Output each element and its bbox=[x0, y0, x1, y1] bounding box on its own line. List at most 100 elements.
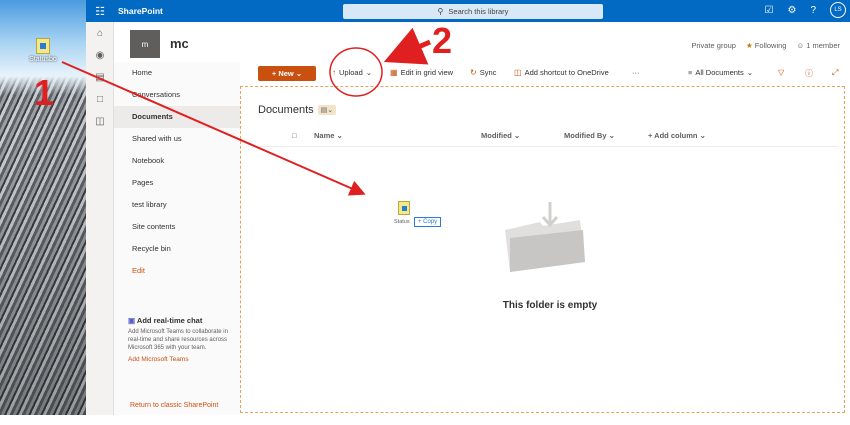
add-column-label: + Add column bbox=[648, 131, 698, 140]
view-options-button[interactable]: ▤⌄ bbox=[317, 105, 337, 115]
app-name[interactable]: SharePoint bbox=[118, 6, 163, 16]
following-button[interactable]: ★ Following bbox=[746, 41, 787, 50]
list-view-icon: ≡ bbox=[688, 68, 693, 77]
upload-icon: ↑ bbox=[332, 68, 336, 77]
nav-item-shared-with-us[interactable]: Shared with us bbox=[114, 128, 240, 150]
nav-item-home[interactable]: Home bbox=[114, 62, 240, 84]
empty-folder-illustration bbox=[505, 202, 585, 272]
desktop-wallpaper: Statusbo bbox=[0, 0, 86, 415]
database-icon[interactable]: ◫ bbox=[86, 110, 114, 132]
help-icon[interactable]: ? bbox=[810, 5, 816, 16]
file-icon bbox=[36, 38, 50, 54]
header-divider bbox=[258, 146, 838, 147]
chevron-down-icon: ⌄ bbox=[293, 69, 303, 78]
nav-item-notebook[interactable]: Notebook bbox=[114, 150, 240, 172]
info-glyph: ⓘ bbox=[805, 69, 813, 78]
arrow-to-upload bbox=[383, 27, 431, 65]
copy-badge: + Copy bbox=[414, 217, 442, 227]
nav-item-site-contents[interactable]: Site contents bbox=[114, 216, 240, 238]
new-button[interactable]: + New ⌄ bbox=[258, 66, 316, 81]
search-icon: ⚲ bbox=[437, 7, 444, 16]
suite-bar: ☷ SharePoint ⚲ Search this library ☑ ⚙ ?… bbox=[86, 0, 850, 22]
column-modified-by[interactable]: Modified By ⌄ bbox=[564, 131, 615, 140]
teams-heading: ▣ Add real-time chat bbox=[128, 316, 228, 325]
globe-icon[interactable]: ◉ bbox=[86, 44, 114, 66]
expand-glyph: ⤢ bbox=[832, 68, 839, 77]
add-column-button[interactable]: + Add column ⌄ bbox=[648, 131, 706, 140]
user-avatar[interactable]: LS bbox=[830, 2, 846, 18]
sync-button[interactable]: ↻ Sync bbox=[470, 68, 496, 77]
dragged-file-icon[interactable] bbox=[398, 201, 410, 215]
file-type-icon: □ bbox=[292, 131, 297, 140]
star-icon: ★ bbox=[745, 41, 753, 50]
nav-item-pages[interactable]: Pages bbox=[114, 172, 240, 194]
site-navigation: Home Conversations Documents Shared with… bbox=[114, 62, 240, 415]
teams-heading-text: Add real-time chat bbox=[136, 316, 203, 325]
app-rail: ⌂ ◉ ▤ □ ◫ bbox=[86, 22, 114, 415]
search-placeholder: Search this library bbox=[448, 7, 509, 16]
shortcut-icon: ◫ bbox=[514, 68, 522, 77]
grid-icon: ▦ bbox=[390, 68, 398, 77]
nav-item-conversations[interactable]: Conversations bbox=[114, 84, 240, 106]
document-icon[interactable]: □ bbox=[86, 88, 114, 110]
person-icon: ☺ bbox=[796, 41, 805, 50]
news-icon[interactable]: ▤ bbox=[86, 66, 114, 88]
screen-bottom-margin bbox=[0, 415, 850, 425]
nav-item-documents[interactable]: Documents bbox=[114, 106, 240, 128]
teams-icon: ▣ bbox=[128, 316, 136, 325]
column-modified-label: Modified bbox=[481, 131, 512, 140]
add-shortcut-label: Add shortcut to OneDrive bbox=[524, 68, 609, 77]
teams-body: Add Microsoft Teams to collaborate in re… bbox=[128, 329, 228, 351]
desktop-file-icon[interactable]: Statusbo bbox=[24, 38, 62, 63]
expand-icon[interactable]: ⤢ bbox=[832, 68, 838, 78]
nav-item-recycle-bin[interactable]: Recycle bin bbox=[114, 238, 240, 260]
column-name-label: Name bbox=[314, 131, 335, 140]
nav-item-test-library[interactable]: test library bbox=[114, 194, 240, 216]
library-title-text: Documents bbox=[258, 104, 314, 116]
chevron-down-icon: ⌄ bbox=[746, 68, 754, 77]
filter-icon[interactable]: ▽ bbox=[778, 68, 784, 77]
members-label: 1 member bbox=[806, 41, 840, 50]
app-launcher-icon[interactable]: ☷ bbox=[86, 5, 114, 18]
funnel-glyph: ▽ bbox=[778, 68, 785, 77]
following-label: Following bbox=[754, 41, 787, 50]
empty-folder-message: This folder is empty bbox=[502, 300, 598, 311]
edit-grid-label: Edit in grid view bbox=[400, 68, 454, 77]
annotation-step-2: 2 bbox=[432, 20, 453, 61]
edit-grid-button[interactable]: ▦ Edit in grid view bbox=[390, 68, 453, 77]
desktop-file-label: Statusbo bbox=[29, 56, 57, 63]
site-header-actions: Private group ★ Following ☺ 1 member bbox=[691, 41, 840, 50]
megaphone-icon[interactable]: ☑ bbox=[765, 5, 774, 16]
site-logo[interactable]: m bbox=[130, 30, 160, 58]
members-button[interactable]: ☺ 1 member bbox=[796, 41, 840, 50]
library-title: Documents ▤⌄ bbox=[258, 104, 337, 116]
column-modified-by-label: Modified By bbox=[564, 131, 607, 140]
privacy-label: Private group bbox=[691, 41, 736, 50]
upload-label: Upload bbox=[339, 68, 363, 77]
sync-label: Sync bbox=[479, 68, 497, 77]
settings-icon[interactable]: ⚙ bbox=[787, 5, 796, 16]
more-button[interactable]: ··· bbox=[632, 68, 640, 77]
view-selector[interactable]: ≡ All Documents ⌄ bbox=[688, 68, 753, 77]
column-modified[interactable]: Modified ⌄ bbox=[481, 131, 520, 140]
suite-bar-actions: ☑ ⚙ ? LS bbox=[765, 2, 846, 18]
sync-icon: ↻ bbox=[470, 68, 477, 77]
site-name[interactable]: mc bbox=[170, 36, 189, 51]
annotation-step-1: 1 bbox=[34, 72, 55, 113]
view-label: All Documents bbox=[695, 68, 744, 77]
chevron-down-icon: ⌄ bbox=[365, 68, 373, 77]
info-icon[interactable]: ⓘ bbox=[805, 68, 813, 79]
screenshot-root: Statusbo ☷ SharePoint ⚲ Search this libr… bbox=[0, 0, 850, 425]
command-bar: + New ⌄ ↑ Upload ⌄ ▦ Edit in grid view ↻ Syn… bbox=[240, 62, 850, 84]
nav-edit-link[interactable]: Edit bbox=[114, 260, 240, 282]
return-classic-link[interactable]: Return to classic SharePoint bbox=[130, 402, 218, 409]
dragged-file-label: Status bbox=[394, 219, 410, 225]
search-box[interactable]: ⚲ Search this library bbox=[343, 4, 603, 19]
new-label: New bbox=[278, 69, 294, 78]
teams-promo: ▣ Add real-time chat Add Microsoft Teams… bbox=[128, 316, 228, 363]
add-teams-link[interactable]: Add Microsoft Teams bbox=[128, 356, 228, 363]
home-icon[interactable]: ⌂ bbox=[86, 22, 114, 44]
upload-button[interactable]: ↑ Upload ⌄ bbox=[332, 68, 372, 77]
add-shortcut-button[interactable]: ◫ Add shortcut to OneDrive bbox=[514, 68, 609, 77]
column-name[interactable]: Name ⌄ bbox=[314, 131, 343, 140]
